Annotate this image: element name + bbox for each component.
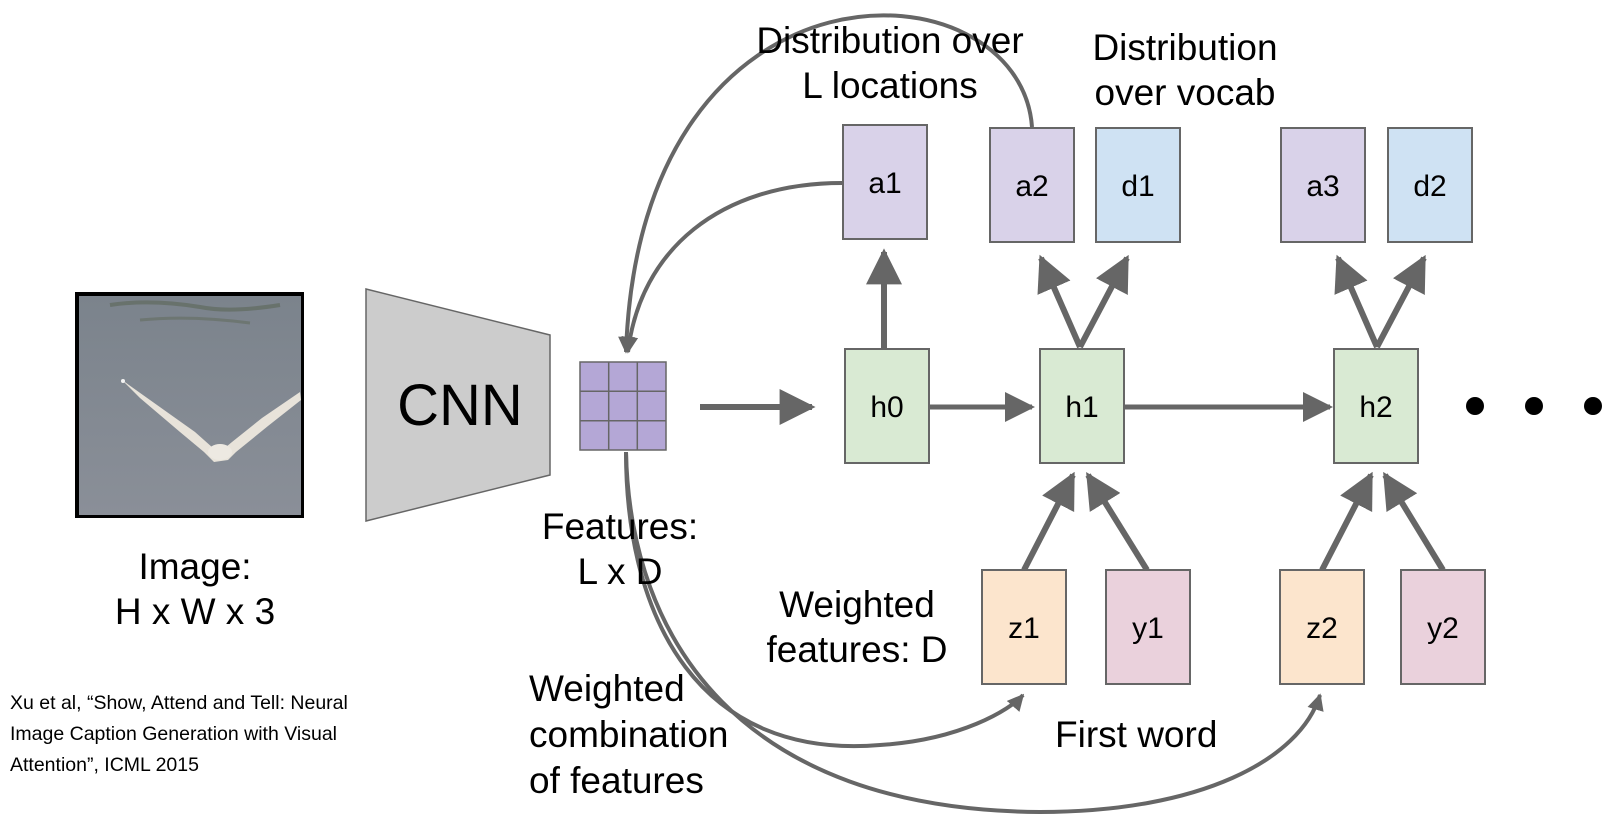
weighted-combination-label: Weighted combination of features	[529, 668, 729, 801]
arrow-y2-to-h2	[1382, 471, 1446, 572]
label-a2: a2	[1015, 170, 1048, 203]
arrow-z1-to-h1	[1021, 471, 1076, 572]
dist-locations-label: Distribution over L locations	[756, 20, 1024, 106]
arrow-y1-to-h1	[1085, 471, 1150, 572]
label-d1: d1	[1121, 170, 1154, 203]
label-a1: a1	[868, 167, 901, 200]
feature-grid	[579, 361, 667, 451]
arrow-h2-to-a3	[1334, 254, 1380, 349]
arrow-features-to-z2	[624, 451, 1324, 815]
arrow-z2-to-h2	[1319, 471, 1374, 572]
features-label: Features: L x D	[541, 506, 699, 592]
weighted-features-label: Weighted features: D	[766, 584, 948, 670]
label-y1: y1	[1132, 612, 1164, 645]
label-z2: z2	[1306, 612, 1338, 645]
cnn-label: CNN	[397, 373, 523, 438]
arrow-a1-to-features	[621, 181, 843, 354]
label-h2: h2	[1359, 391, 1392, 424]
label-h0: h0	[870, 391, 903, 424]
label-h1: h1	[1065, 391, 1098, 424]
ellipsis-icon	[1466, 397, 1602, 415]
label-d2: d2	[1413, 170, 1446, 203]
label-z1: z1	[1008, 612, 1040, 645]
arrow-h1-to-a2	[1037, 254, 1083, 349]
image-label: Image: H x W x 3	[114, 546, 276, 632]
label-a3: a3	[1306, 170, 1339, 203]
arrow-h2-to-d2	[1374, 254, 1427, 349]
input-image	[75, 292, 304, 518]
citation: Xu et al, “Show, Attend and Tell: Neural…	[10, 692, 348, 776]
dist-vocab-label: Distribution over vocab	[1092, 27, 1278, 113]
arrow-h1-to-d1	[1077, 254, 1130, 349]
first-word-label: First word	[1055, 714, 1218, 755]
water-background	[79, 296, 301, 515]
label-y2: y2	[1427, 612, 1459, 645]
